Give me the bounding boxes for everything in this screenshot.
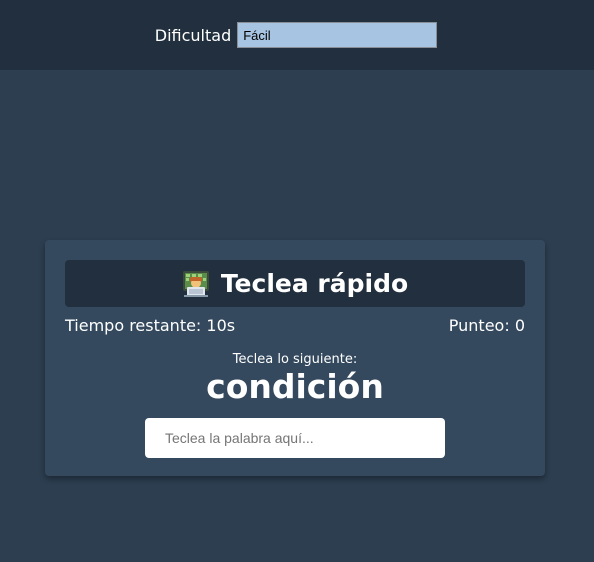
difficulty-select[interactable]: Fácil [237, 22, 438, 48]
stats-row: Tiempo restante: 10s Punteo: 0 [65, 316, 525, 335]
person-at-computer-icon [182, 270, 210, 298]
game-card: Teclea rápido Tiempo restante: 10s Punte… [45, 240, 545, 476]
page-title: Teclea rápido [220, 269, 409, 298]
word-input[interactable] [145, 418, 445, 458]
time-remaining: Tiempo restante: 10s [65, 316, 235, 335]
title-box: Teclea rápido [65, 260, 525, 307]
score-label: Punteo: [448, 316, 510, 335]
time-value: 10s [206, 316, 236, 335]
prompt-text: Teclea lo siguiente: [232, 352, 358, 367]
settings-bar: Dificultad Fácil [0, 0, 594, 70]
difficulty-selected-value: Fácil [243, 27, 271, 43]
difficulty-label: Dificultad [154, 25, 232, 45]
score-value: 0 [514, 316, 525, 335]
score: Punteo: 0 [449, 316, 525, 335]
difficulty-form: Dificultad Fácil [154, 22, 438, 48]
time-label: Tiempo restante: [65, 316, 202, 335]
target-word: condición [206, 367, 384, 406]
